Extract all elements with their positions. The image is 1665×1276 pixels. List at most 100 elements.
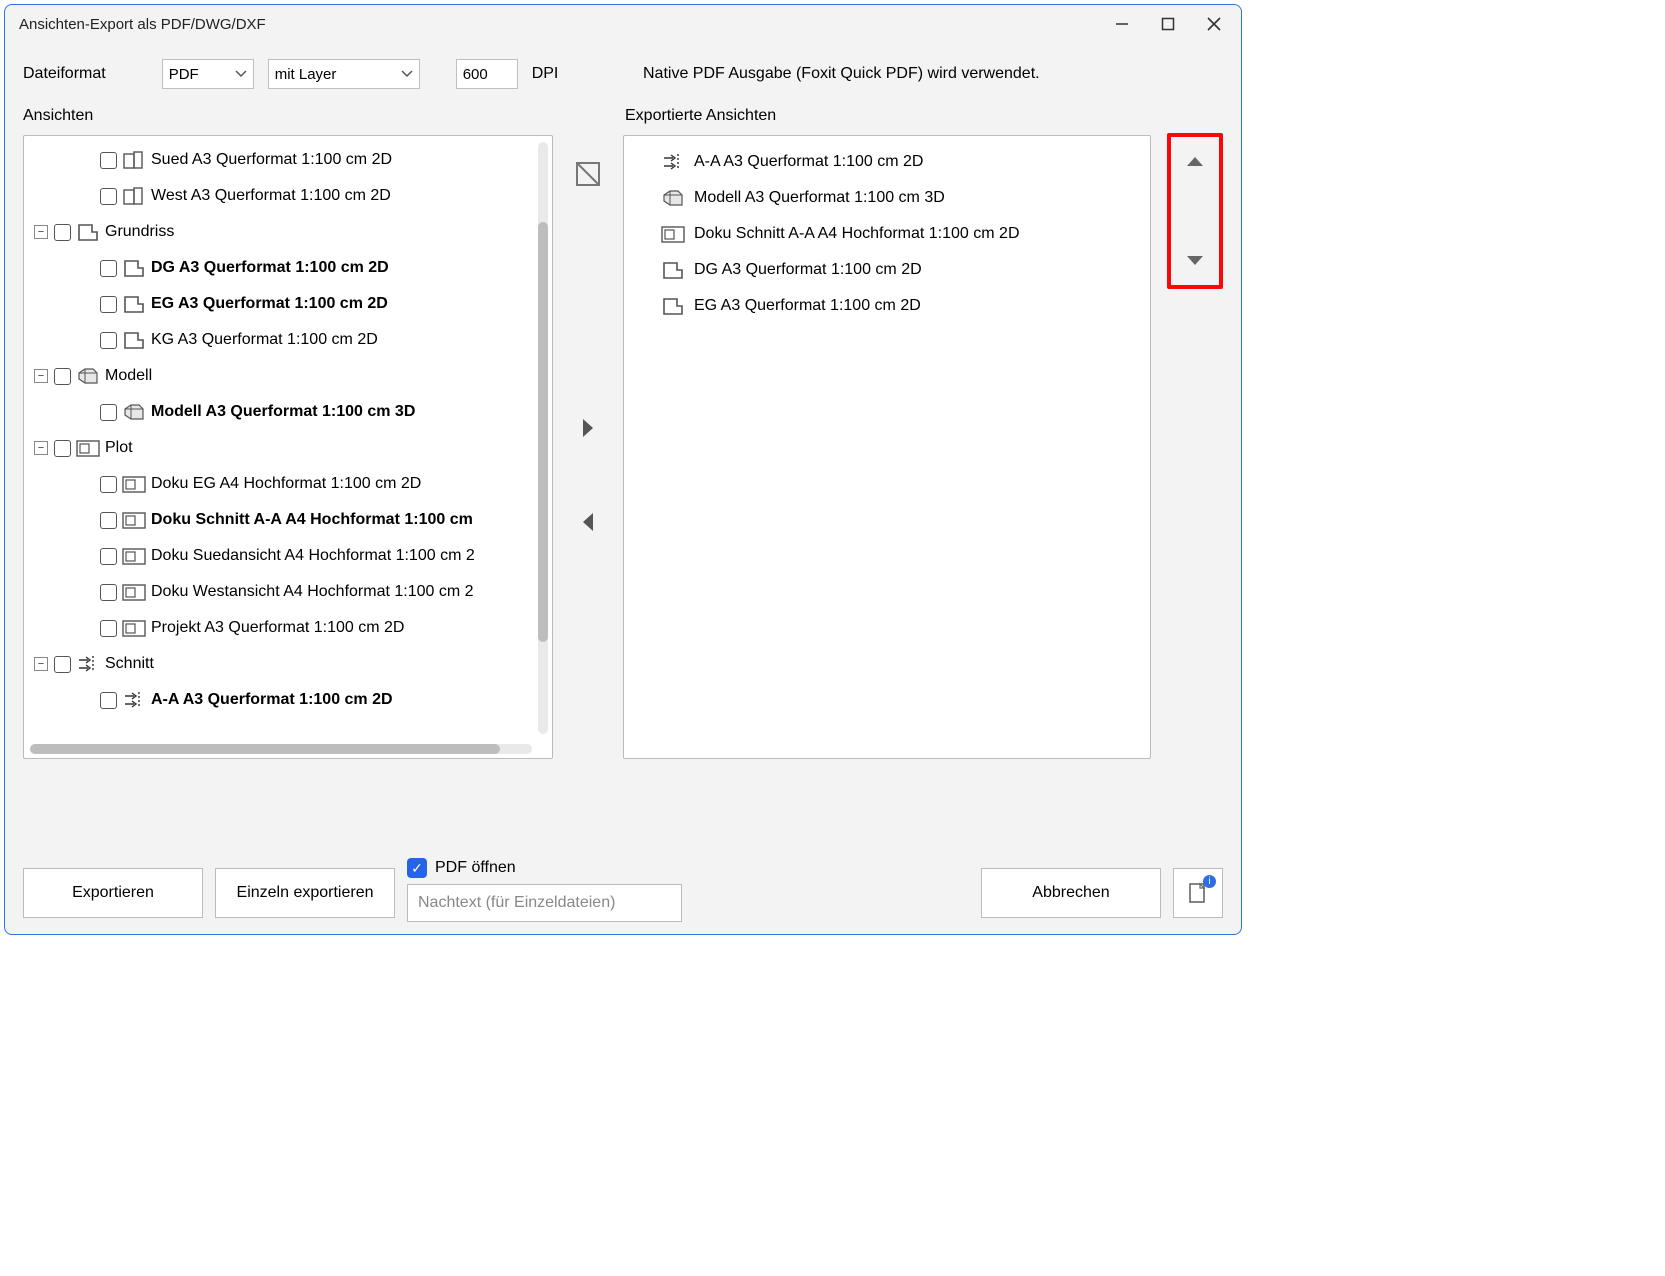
tree-item[interactable]: Modell A3 Querformat 1:100 cm 3D bbox=[24, 394, 532, 430]
tree-checkbox[interactable] bbox=[54, 368, 71, 385]
collapse-toggle[interactable]: − bbox=[34, 441, 48, 455]
maximize-button[interactable] bbox=[1145, 9, 1191, 39]
tree-group[interactable]: −Grundriss bbox=[24, 214, 532, 250]
export-button[interactable]: Exportieren bbox=[23, 868, 203, 918]
tree-item[interactable]: DG A3 Querformat 1:100 cm 2D bbox=[24, 250, 532, 286]
dpi-label: DPI bbox=[532, 65, 559, 83]
section-icon bbox=[660, 151, 686, 173]
tree-group[interactable]: −Schnitt bbox=[24, 646, 532, 682]
tree-item-label: Plot bbox=[105, 439, 133, 457]
dpi-input[interactable]: 600 bbox=[456, 59, 518, 89]
select-all-toggle-button[interactable] bbox=[571, 157, 605, 191]
minimize-button[interactable] bbox=[1099, 9, 1145, 39]
collapse-toggle[interactable]: − bbox=[34, 657, 48, 671]
tree-checkbox[interactable] bbox=[100, 332, 117, 349]
export-dialog-window: Ansichten-Export als PDF/DWG/DXF Dateifo… bbox=[4, 4, 1242, 935]
tree-item[interactable]: West A3 Querformat 1:100 cm 2D bbox=[24, 178, 532, 214]
native-pdf-note: Native PDF Ausgabe (Foxit Quick PDF) wir… bbox=[643, 65, 1040, 83]
tree-item-label: KG A3 Querformat 1:100 cm 2D bbox=[151, 331, 378, 349]
exported-item[interactable]: Modell A3 Querformat 1:100 cm 3D bbox=[634, 180, 1140, 216]
exported-item[interactable]: EG A3 Querformat 1:100 cm 2D bbox=[634, 288, 1140, 324]
views-tree[interactable]: Sued A3 Querformat 1:100 cm 2DWest A3 Qu… bbox=[24, 142, 532, 740]
dialog-footer: Exportieren Einzeln exportieren ✓ PDF öf… bbox=[5, 848, 1241, 934]
dialog-content: Dateiformat PDF mit Layer 600 DPI Native… bbox=[5, 43, 1241, 848]
scrollbar-thumb[interactable] bbox=[30, 744, 500, 754]
tree-horizontal-scrollbar[interactable] bbox=[30, 744, 532, 754]
tree-checkbox[interactable] bbox=[100, 296, 117, 313]
tree-checkbox[interactable] bbox=[54, 656, 71, 673]
list-headers: Ansichten Exportierte Ansichten bbox=[23, 107, 1223, 125]
tree-item[interactable]: EG A3 Querformat 1:100 cm 2D bbox=[24, 286, 532, 322]
model-icon bbox=[75, 365, 101, 387]
file-format-select[interactable]: PDF bbox=[162, 59, 254, 89]
exported-item[interactable]: A-A A3 Querformat 1:100 cm 2D bbox=[634, 144, 1140, 180]
tree-checkbox[interactable] bbox=[100, 584, 117, 601]
tree-item-label: A-A A3 Querformat 1:100 cm 2D bbox=[151, 691, 393, 709]
plot-icon bbox=[121, 473, 147, 495]
exported-item[interactable]: Doku Schnitt A-A A4 Hochformat 1:100 cm … bbox=[634, 216, 1140, 252]
tree-group[interactable]: −Modell bbox=[24, 358, 532, 394]
tree-item-label: Doku Westansicht A4 Hochformat 1:100 cm … bbox=[151, 583, 474, 601]
tree-item[interactable]: Projekt A3 Querformat 1:100 cm 2D bbox=[24, 610, 532, 646]
open-pdf-checkbox[interactable]: ✓ bbox=[407, 858, 427, 878]
tree-item-label: Modell A3 Querformat 1:100 cm 3D bbox=[151, 403, 415, 421]
views-tree-panel: Sued A3 Querformat 1:100 cm 2DWest A3 Qu… bbox=[23, 135, 553, 759]
help-info-button[interactable]: i bbox=[1173, 868, 1223, 918]
move-down-button[interactable] bbox=[1179, 245, 1211, 277]
tree-checkbox[interactable] bbox=[100, 152, 117, 169]
model-icon bbox=[121, 401, 147, 423]
layer-select[interactable]: mit Layer bbox=[268, 59, 420, 89]
elev-icon bbox=[121, 149, 147, 171]
tree-item[interactable]: Sued A3 Querformat 1:100 cm 2D bbox=[24, 142, 532, 178]
tree-checkbox[interactable] bbox=[100, 548, 117, 565]
collapse-toggle[interactable]: − bbox=[34, 369, 48, 383]
exported-list[interactable]: A-A A3 Querformat 1:100 cm 2D Modell A3 Q… bbox=[634, 144, 1140, 324]
tree-group[interactable]: − Plot bbox=[24, 430, 532, 466]
tree-checkbox[interactable] bbox=[100, 512, 117, 529]
cancel-button[interactable]: Abbrechen bbox=[981, 868, 1161, 918]
transfer-buttons bbox=[563, 135, 613, 848]
exported-item-label: Doku Schnitt A-A A4 Hochformat 1:100 cm … bbox=[694, 225, 1020, 243]
exported-item[interactable]: DG A3 Querformat 1:100 cm 2D bbox=[634, 252, 1140, 288]
plot-icon bbox=[75, 437, 101, 459]
tree-item[interactable]: A-A A3 Querformat 1:100 cm 2D bbox=[24, 682, 532, 718]
tree-checkbox[interactable] bbox=[100, 620, 117, 637]
floor-icon bbox=[121, 293, 147, 315]
add-to-export-button[interactable] bbox=[571, 411, 605, 445]
plot-icon bbox=[121, 617, 147, 639]
close-button[interactable] bbox=[1191, 9, 1237, 39]
tree-item[interactable]: Doku Westansicht A4 Hochformat 1:100 cm … bbox=[24, 574, 532, 610]
tree-checkbox[interactable] bbox=[100, 260, 117, 277]
tree-checkbox[interactable] bbox=[100, 476, 117, 493]
chevron-down-icon bbox=[235, 68, 247, 80]
format-row: Dateiformat PDF mit Layer 600 DPI Native… bbox=[23, 53, 1223, 95]
tree-item[interactable]: Doku Suedansicht A4 Hochformat 1:100 cm … bbox=[24, 538, 532, 574]
scrollbar-thumb[interactable] bbox=[538, 222, 548, 642]
tree-item-label: Doku EG A4 Hochformat 1:100 cm 2D bbox=[151, 475, 421, 493]
move-up-button[interactable] bbox=[1179, 145, 1211, 177]
tree-item-label: Doku Schnitt A-A A4 Hochformat 1:100 cm bbox=[151, 511, 473, 529]
tree-item[interactable]: Doku Schnitt A-A A4 Hochformat 1:100 cm bbox=[24, 502, 532, 538]
tree-item[interactable]: KG A3 Querformat 1:100 cm 2D bbox=[24, 322, 532, 358]
tree-checkbox[interactable] bbox=[54, 440, 71, 457]
tree-item-label: EG A3 Querformat 1:100 cm 2D bbox=[151, 295, 388, 313]
export-each-button[interactable]: Einzeln exportieren bbox=[215, 868, 395, 918]
remove-from-export-button[interactable] bbox=[571, 505, 605, 539]
elev-icon bbox=[121, 185, 147, 207]
file-format-label: Dateiformat bbox=[23, 65, 106, 83]
exported-list-panel: A-A A3 Querformat 1:100 cm 2D Modell A3 Q… bbox=[623, 135, 1151, 759]
tree-checkbox[interactable] bbox=[100, 692, 117, 709]
tree-vertical-scrollbar[interactable] bbox=[538, 142, 548, 734]
tree-checkbox[interactable] bbox=[54, 224, 71, 241]
tree-checkbox[interactable] bbox=[100, 188, 117, 205]
reorder-buttons-highlighted bbox=[1167, 133, 1223, 289]
export-button-label: Exportieren bbox=[72, 884, 154, 902]
tree-item[interactable]: Doku EG A4 Hochformat 1:100 cm 2D bbox=[24, 466, 532, 502]
layer-value: mit Layer bbox=[275, 66, 337, 83]
exported-item-label: A-A A3 Querformat 1:100 cm 2D bbox=[694, 153, 923, 171]
plot-icon bbox=[121, 581, 147, 603]
suffix-input[interactable]: Nachtext (für Einzeldateien) bbox=[407, 884, 682, 922]
collapse-toggle[interactable]: − bbox=[34, 225, 48, 239]
dpi-value: 600 bbox=[463, 66, 488, 83]
tree-checkbox[interactable] bbox=[100, 404, 117, 421]
